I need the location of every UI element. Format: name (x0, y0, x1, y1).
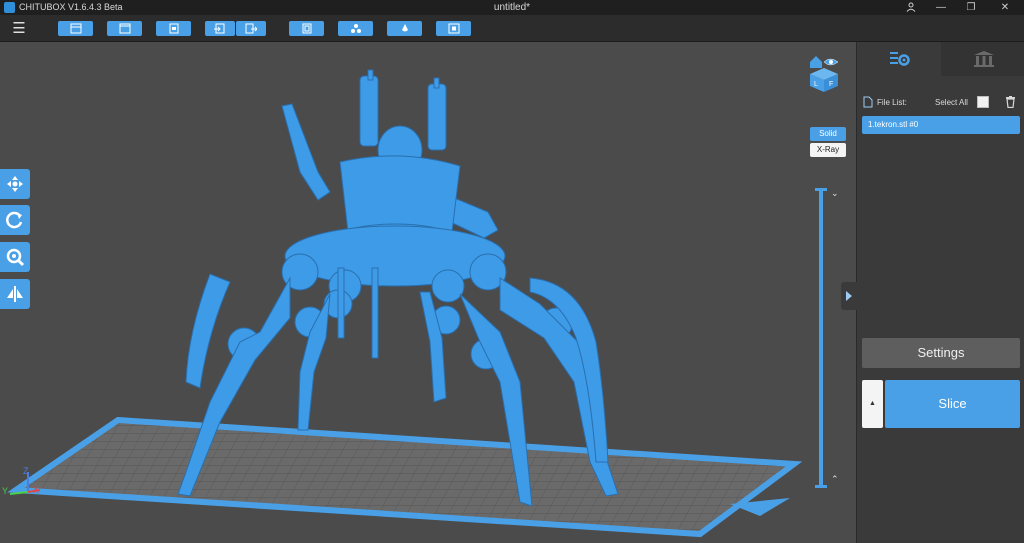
open-project-button[interactable] (107, 21, 142, 36)
3d-viewport[interactable]: Z X Y L F Solid X-Ray ⌄ ⌃ (0, 42, 856, 543)
cube-face-front: F (829, 81, 833, 88)
close-icon[interactable]: ✕ (990, 0, 1020, 15)
view-cube[interactable]: L F (806, 54, 842, 92)
export-icon (245, 23, 257, 34)
slice-options-button[interactable]: ▲ (862, 380, 883, 428)
minimize-icon[interactable]: — (926, 0, 956, 15)
trash-icon[interactable] (1005, 96, 1016, 108)
arrange-button[interactable] (338, 21, 373, 36)
move-icon (7, 176, 23, 192)
cube-face-left: L (814, 81, 818, 88)
axis-x-label: X (33, 485, 39, 495)
chevron-right-icon (846, 291, 852, 301)
export-button[interactable] (236, 21, 266, 36)
auto-layout-button[interactable] (289, 21, 324, 36)
chitubox-window: CHITUBOX V1.6.4.3 Beta untitled* — ❐ ✕ ☰ (0, 0, 1024, 543)
layer-slider-top-handle[interactable] (815, 188, 827, 191)
file-list-header: File List: Select All (863, 96, 1021, 110)
main-toolbar: ☰ (0, 15, 1024, 42)
select-all-label: Select All (935, 98, 968, 107)
right-panel: File List: Select All 1.tekron.stl #0 Se… (841, 42, 1024, 543)
open-file-button[interactable] (156, 21, 191, 36)
restore-icon[interactable]: ❐ (956, 0, 986, 15)
auto-layout-icon (302, 23, 311, 34)
support-button[interactable] (387, 21, 422, 36)
slice-button[interactable]: Slice (885, 380, 1020, 428)
settings-gear-icon (890, 52, 910, 66)
rotate-icon (6, 211, 23, 229)
scale-tool-button[interactable] (0, 242, 30, 272)
arrange-icon (350, 24, 361, 33)
tab-model-settings[interactable] (857, 42, 941, 76)
new-project-icon (70, 23, 81, 34)
settings-button[interactable]: Settings (862, 338, 1020, 368)
build-plate (7, 416, 803, 538)
import-icon (214, 23, 225, 34)
panel-tabs (857, 42, 1024, 76)
move-tool-button[interactable] (0, 169, 30, 199)
support-icon (401, 24, 408, 32)
menu-icon[interactable]: ☰ (8, 20, 30, 38)
panel-collapse-button[interactable] (841, 282, 857, 310)
rotate-tool-button[interactable] (0, 205, 30, 235)
tab-support-settings[interactable] (941, 42, 1024, 76)
layer-slider-bottom-handle[interactable] (815, 485, 827, 488)
home-view-icon[interactable] (810, 56, 822, 68)
import-button[interactable] (205, 21, 235, 36)
layer-slider[interactable] (815, 188, 827, 488)
select-all-checkbox[interactable] (977, 96, 989, 108)
mirror-icon (7, 286, 23, 302)
chevron-up-icon[interactable]: ⌃ (831, 474, 839, 485)
hollow-icon (448, 23, 459, 34)
file-icon (863, 96, 873, 108)
title-bar: CHITUBOX V1.6.4.3 Beta untitled* — ❐ ✕ (0, 0, 1024, 15)
chevron-down-icon[interactable]: ⌄ (831, 188, 839, 199)
scale-icon (6, 248, 25, 267)
file-list-label: File List: (877, 98, 907, 107)
axis-z-label: Z (23, 466, 29, 476)
xray-view-button[interactable]: X-Ray (810, 143, 846, 157)
hollow-button[interactable] (436, 21, 471, 36)
open-file-icon (169, 23, 178, 34)
file-list-item[interactable]: 1.tekron.stl #0 (862, 116, 1020, 134)
layer-slider-track[interactable] (819, 188, 823, 488)
new-project-button[interactable] (58, 21, 93, 36)
mirror-tool-button[interactable] (0, 279, 30, 309)
scene-canvas: Z X Y (2, 69, 803, 538)
user-icon[interactable] (896, 0, 926, 15)
support-pillars-icon (974, 51, 994, 67)
solid-view-button[interactable]: Solid (810, 127, 846, 141)
open-project-icon (119, 23, 130, 34)
axis-y-label: Y (2, 486, 8, 496)
document-title: untitled* (493, 2, 531, 13)
